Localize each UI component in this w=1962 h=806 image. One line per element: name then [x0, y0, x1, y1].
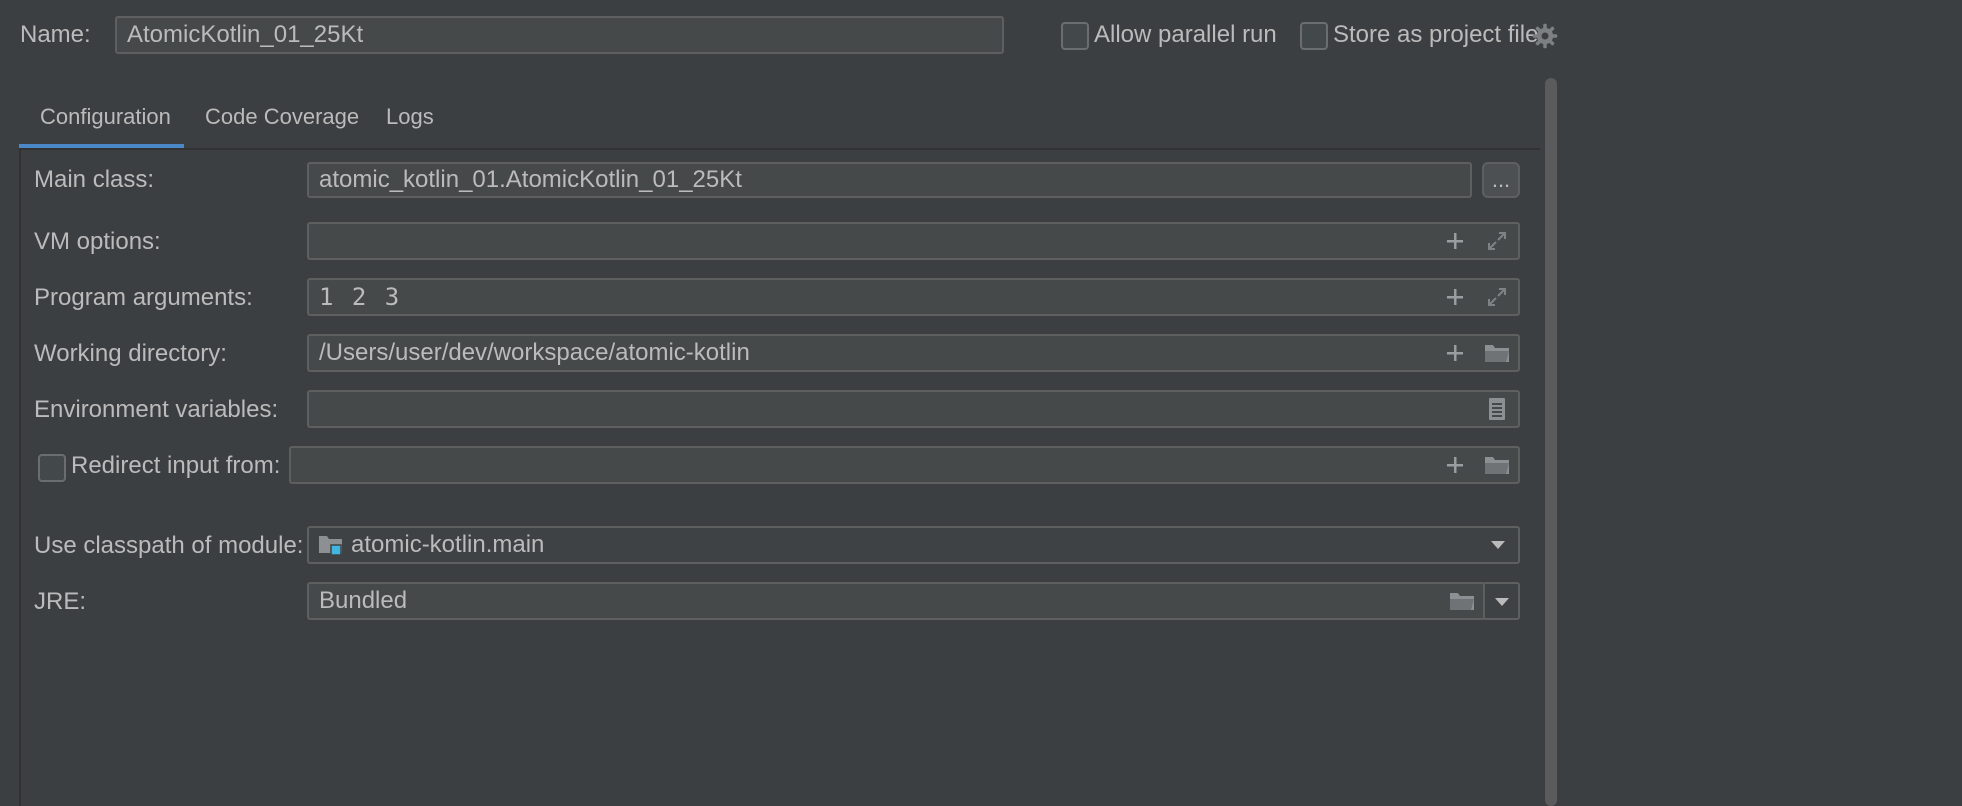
chevron-down-icon	[1494, 587, 1510, 615]
vm-options-input[interactable]	[307, 222, 1520, 260]
main-class-label: Main class:	[34, 166, 155, 193]
working-directory-value: /Users/user/dev/workspace/atomic-kotlin	[319, 339, 750, 366]
redirect-input-checkbox[interactable]	[38, 454, 66, 482]
tab-code-coverage[interactable]: Code Coverage	[205, 104, 359, 140]
jre-label: JRE:	[34, 588, 87, 615]
folder-icon[interactable]	[1480, 336, 1514, 370]
program-arguments-value: 1 2 3	[319, 283, 402, 311]
jre-value: Bundled	[319, 587, 408, 614]
module-folder-icon	[317, 528, 345, 562]
expand-icon[interactable]	[1480, 280, 1514, 314]
working-directory-input[interactable]: /Users/user/dev/workspace/atomic-kotlin	[307, 334, 1520, 372]
program-arguments-label: Program arguments:	[34, 284, 253, 311]
folder-icon[interactable]	[1445, 584, 1479, 618]
folder-icon[interactable]	[1480, 448, 1514, 482]
environment-variables-input[interactable]	[307, 390, 1520, 428]
main-class-value: atomic_kotlin_01.AtomicKotlin_01_25Kt	[319, 166, 742, 193]
name-label: Name:	[20, 21, 91, 48]
plus-icon[interactable]	[1438, 280, 1472, 314]
jre-dropdown-button[interactable]	[1484, 582, 1520, 620]
plus-icon[interactable]	[1438, 336, 1472, 370]
environment-variables-label: Environment variables:	[34, 396, 279, 423]
document-icon[interactable]	[1480, 392, 1514, 426]
store-as-project-file-label[interactable]: Store as project file	[1333, 20, 1538, 50]
allow-parallel-run-checkbox[interactable]	[1061, 22, 1089, 50]
gear-icon[interactable]	[1531, 22, 1559, 50]
scrollbar-thumb[interactable]	[1545, 78, 1557, 806]
vertical-scrollbar[interactable]	[1540, 72, 1562, 806]
plus-icon[interactable]	[1438, 448, 1472, 482]
name-input-value: AtomicKotlin_01_25Kt	[127, 21, 364, 48]
tab-configuration[interactable]: Configuration	[40, 104, 171, 140]
plus-icon[interactable]	[1438, 224, 1472, 258]
redirect-input-label[interactable]: Redirect input from:	[71, 451, 280, 481]
vm-options-label: VM options:	[34, 228, 161, 255]
redirect-input-field[interactable]	[289, 446, 1520, 484]
jre-combobox[interactable]: Bundled	[307, 582, 1485, 620]
expand-icon[interactable]	[1480, 224, 1514, 258]
working-directory-label: Working directory:	[34, 340, 227, 367]
name-input[interactable]: AtomicKotlin_01_25Kt	[115, 16, 1004, 54]
tab-logs[interactable]: Logs	[386, 104, 434, 140]
chevron-down-icon[interactable]	[1486, 528, 1510, 562]
allow-parallel-run-label[interactable]: Allow parallel run	[1094, 20, 1277, 50]
main-class-input[interactable]: atomic_kotlin_01.AtomicKotlin_01_25Kt	[307, 162, 1472, 198]
classpath-module-select[interactable]: atomic-kotlin.main	[307, 526, 1520, 564]
classpath-module-value: atomic-kotlin.main	[351, 531, 545, 558]
classpath-module-label: Use classpath of module:	[34, 532, 304, 559]
program-arguments-input[interactable]: 1 2 3	[307, 278, 1520, 316]
browse-main-class-button[interactable]: ...	[1482, 162, 1520, 198]
store-as-project-file-checkbox[interactable]	[1300, 22, 1328, 50]
